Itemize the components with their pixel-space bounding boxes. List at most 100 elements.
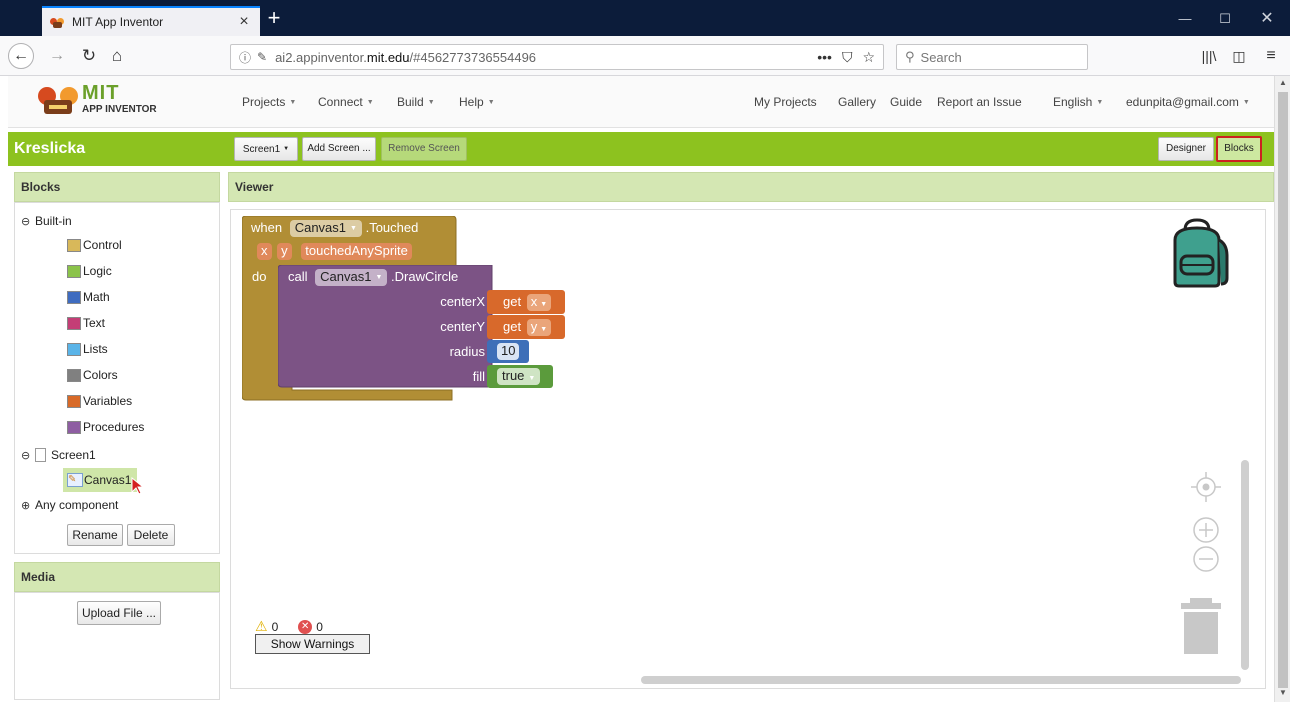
- call-row[interactable]: call Canvas1 ▼ .DrawCircle: [288, 269, 458, 286]
- get-y-block[interactable]: get y ▼: [487, 315, 565, 339]
- call-component-dropdown[interactable]: Canvas1 ▼: [315, 269, 388, 286]
- add-screen-button[interactable]: Add Screen ...: [302, 137, 376, 161]
- delete-button[interactable]: Delete: [127, 524, 175, 546]
- category-procedures[interactable]: Procedures: [67, 417, 144, 437]
- forward-arrow-icon[interactable]: →: [44, 44, 70, 68]
- get-x-block[interactable]: get x ▼: [487, 290, 565, 314]
- mit-app-inventor-logo[interactable]: MIT APP INVENTOR: [36, 82, 176, 122]
- category-logic[interactable]: Logic: [67, 261, 112, 281]
- backpack-icon[interactable]: [1167, 216, 1229, 288]
- blocks-tree: ⊖ Built-in Control Logic Math Text Lists Colo…: [14, 202, 220, 554]
- get-y-var-dropdown[interactable]: y ▼: [526, 319, 552, 336]
- number-value[interactable]: 10: [497, 343, 520, 360]
- remove-screen-button[interactable]: Remove Screen: [381, 137, 467, 161]
- event-when-row[interactable]: when Canvas1 ▼ .Touched: [251, 220, 418, 237]
- category-text[interactable]: Text: [67, 313, 105, 333]
- scroll-down-icon[interactable]: ▼: [1277, 688, 1289, 697]
- designer-button[interactable]: Designer: [1158, 137, 1214, 161]
- param-touched-any-sprite[interactable]: touchedAnySprite: [301, 243, 412, 260]
- media-panel-title: Media: [14, 562, 220, 592]
- boolean-block[interactable]: true ▼: [487, 365, 553, 388]
- tree-canvas1[interactable]: ✎ Canvas1: [63, 468, 137, 492]
- page-scrollbar[interactable]: ▲ ▼: [1274, 76, 1290, 702]
- category-math[interactable]: Math: [67, 287, 110, 307]
- link-report-issue[interactable]: Report an Issue: [937, 95, 1022, 109]
- link-gallery[interactable]: Gallery: [838, 95, 876, 109]
- tree-screen1[interactable]: ⊖ Screen1: [21, 445, 96, 465]
- rename-button[interactable]: Rename: [67, 524, 123, 546]
- url-bar[interactable]: ⓘ ✎ ai2.appinventor.mit.edu/#45627737365…: [230, 44, 884, 70]
- tree-builtin[interactable]: ⊖ Built-in: [21, 211, 72, 231]
- back-arrow-icon[interactable]: ←: [8, 43, 34, 69]
- screen-select[interactable]: Screen1 ▼: [234, 137, 298, 161]
- boolean-dropdown[interactable]: true ▼: [497, 368, 541, 385]
- reload-icon[interactable]: ↻: [76, 44, 102, 68]
- hamburger-menu-icon[interactable]: ≡: [1258, 44, 1284, 68]
- expand-icon[interactable]: ⊕: [21, 499, 35, 512]
- category-label: Procedures: [83, 420, 145, 434]
- app-top-nav: MIT APP INVENTOR Projects ▼ Connect ▼ Buil…: [8, 76, 1274, 128]
- link-my-projects[interactable]: My Projects: [754, 95, 817, 109]
- param-y[interactable]: y: [277, 243, 292, 260]
- workspace-vertical-scrollbar[interactable]: [1241, 460, 1249, 670]
- category-control[interactable]: Control: [67, 235, 122, 255]
- any-component-label: Any component: [35, 498, 119, 512]
- menu-projects[interactable]: Projects ▼: [242, 95, 296, 109]
- workspace-horizontal-scrollbar[interactable]: [641, 676, 1241, 684]
- menu-connect[interactable]: Connect ▼: [318, 95, 374, 109]
- category-label: Colors: [83, 368, 118, 382]
- recenter-icon[interactable]: [1191, 472, 1221, 502]
- upload-file-button[interactable]: Upload File ...: [77, 601, 161, 625]
- category-colors[interactable]: Colors: [67, 365, 118, 385]
- menu-build[interactable]: Build ▼: [397, 95, 435, 109]
- pocket-icon[interactable]: ⛉: [842, 49, 853, 66]
- menu-language[interactable]: English ▼: [1053, 95, 1103, 109]
- minimize-icon[interactable]: —: [1170, 8, 1200, 30]
- category-color-swatch: [67, 368, 81, 382]
- collapse-icon[interactable]: ⊖: [21, 215, 35, 228]
- blocks-button[interactable]: Blocks: [1216, 136, 1262, 162]
- collapse-icon[interactable]: ⊖: [21, 449, 35, 462]
- screen-icon: [35, 448, 46, 462]
- canvas-icon: ✎: [67, 473, 83, 487]
- sidebar-icon[interactable]: ◫: [1226, 44, 1252, 68]
- param-x[interactable]: x: [257, 243, 272, 260]
- search-placeholder: Search: [920, 49, 962, 65]
- page-actions-icon[interactable]: •••: [817, 49, 832, 66]
- blocks-panel-title: Blocks: [14, 172, 220, 202]
- errors-count: 0: [316, 619, 323, 634]
- close-window-icon[interactable]: ✕: [1252, 8, 1282, 30]
- maximize-icon[interactable]: ☐: [1210, 8, 1240, 30]
- screen1-label: Screen1: [51, 448, 96, 462]
- link-guide[interactable]: Guide: [890, 95, 922, 109]
- library-icon[interactable]: |||\: [1196, 44, 1222, 68]
- zoom-out-icon[interactable]: [1191, 544, 1221, 574]
- show-warnings-button[interactable]: Show Warnings: [255, 634, 370, 654]
- trash-icon[interactable]: [1179, 598, 1223, 656]
- info-icon[interactable]: ⓘ: [239, 49, 251, 66]
- scroll-up-icon[interactable]: ▲: [1277, 78, 1289, 87]
- number-block[interactable]: 10: [487, 340, 529, 363]
- menu-account[interactable]: edunpita@gmail.com ▼: [1126, 95, 1250, 109]
- zoom-in-icon[interactable]: [1191, 515, 1221, 545]
- home-icon[interactable]: ⌂: [104, 44, 130, 68]
- blocks-workspace[interactable]: when Canvas1 ▼ .Touched x y touchedAnySpr…: [230, 209, 1266, 689]
- warnings-count: 0: [271, 619, 279, 634]
- get-x-var-dropdown[interactable]: x ▼: [526, 294, 552, 311]
- category-lists[interactable]: Lists: [67, 339, 108, 359]
- close-tab-icon[interactable]: ×: [236, 13, 252, 31]
- tree-any-component[interactable]: ⊕ Any component: [21, 495, 118, 515]
- category-variables[interactable]: Variables: [67, 391, 132, 411]
- page-scroll-thumb[interactable]: [1278, 92, 1288, 688]
- search-input[interactable]: ⚲ Search: [896, 44, 1088, 70]
- project-toolbar: Kreslicka Screen1 ▼ Add Screen ... Remove…: [8, 132, 1274, 166]
- category-label: Variables: [83, 394, 133, 408]
- canvas1-label: Canvas1: [84, 473, 132, 487]
- new-tab-button[interactable]: +: [262, 4, 286, 32]
- bookmark-star-icon[interactable]: ☆: [862, 49, 875, 66]
- browser-tab[interactable]: MIT App Inventor ×: [42, 6, 260, 36]
- menu-help[interactable]: Help ▼: [459, 95, 495, 109]
- insecure-lock-icon[interactable]: ✎: [257, 50, 267, 64]
- category-label: Text: [83, 316, 106, 330]
- event-component-dropdown[interactable]: Canvas1 ▼: [289, 220, 362, 237]
